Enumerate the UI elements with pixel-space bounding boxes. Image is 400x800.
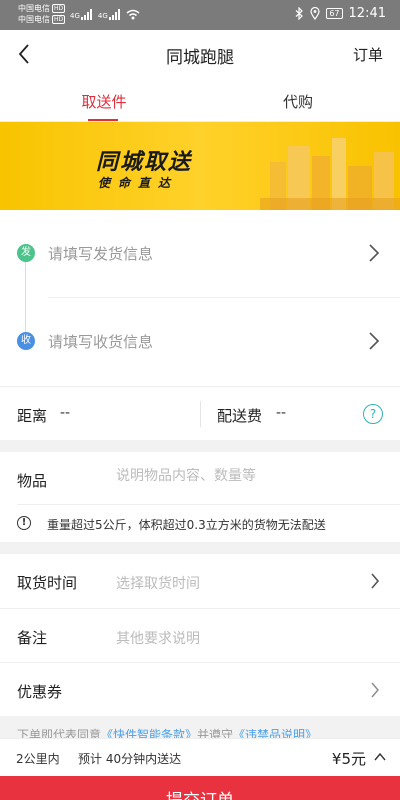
coupon-row[interactable]: 优惠券 bbox=[0, 662, 400, 716]
sender-placeholder: 请填写发货信息 bbox=[48, 245, 154, 263]
help-icon[interactable]: ? bbox=[363, 404, 383, 424]
receiver-placeholder: 请填写收货信息 bbox=[48, 333, 154, 351]
distance-fee-row: 距离 -- 配送费 -- ? bbox=[0, 386, 400, 440]
summary-eta: 预计 40分钟内送达 bbox=[78, 752, 182, 766]
sender-info-row[interactable]: 发 请填写发货信息 bbox=[0, 232, 400, 276]
signal-icon bbox=[80, 9, 92, 20]
orders-link[interactable]: 订单 bbox=[353, 44, 383, 65]
carrier-1: 中国电信 bbox=[18, 4, 50, 13]
status-bar: 中国电信 HD 中国电信 HD 4G 4G 67 12:41 bbox=[0, 0, 400, 30]
nav-bar: 同城跑腿 订单 bbox=[0, 30, 400, 78]
page-title: 同城跑腿 bbox=[166, 48, 234, 68]
signal-indicators: 4G 4G bbox=[70, 9, 140, 20]
banner-subtitle: 使命直达 bbox=[98, 176, 179, 190]
clock: 12:41 bbox=[348, 6, 386, 21]
submit-order-button[interactable]: 提交订单 bbox=[0, 776, 400, 800]
summary-price: ¥5元 bbox=[331, 750, 366, 768]
status-right: 67 12:41 bbox=[295, 6, 386, 21]
city-skyline-illustration bbox=[260, 138, 400, 210]
address-card: 发 请填写发货信息 收 请填写收货信息 bbox=[0, 210, 400, 386]
notes-placeholder: 其他要求说明 bbox=[116, 631, 200, 647]
active-tab-indicator bbox=[88, 119, 118, 121]
carrier-2: 中国电信 bbox=[18, 15, 50, 24]
hd-badge: HD bbox=[52, 15, 66, 24]
distance-value: -- bbox=[60, 405, 71, 421]
chevron-right-icon bbox=[371, 573, 380, 589]
receive-badge: 收 bbox=[17, 332, 35, 350]
pickup-time-placeholder: 选择取货时间 bbox=[116, 576, 200, 592]
tab-bar: 取送件 代购 bbox=[0, 78, 400, 122]
warning-icon: ! bbox=[17, 516, 31, 530]
order-summary-bar[interactable]: 2公里内 预计 40分钟内送达 ¥5元 bbox=[0, 738, 400, 776]
wifi-icon bbox=[126, 9, 140, 20]
coupon-label: 优惠券 bbox=[17, 683, 63, 701]
goods-label: 物品 bbox=[17, 472, 48, 490]
weight-limit-notice: 重量超过5公斤，体积超过0.3立方米的货物无法配送 bbox=[47, 518, 326, 532]
tab-purchase[interactable]: 代购 bbox=[198, 91, 398, 112]
banner-title: 同城取送 bbox=[96, 150, 193, 175]
notes-label: 备注 bbox=[17, 629, 48, 647]
delivery-fee-value: -- bbox=[276, 405, 287, 421]
goods-card: 物品 ! 重量超过5公斤，体积超过0.3立方米的货物无法配送 bbox=[0, 452, 400, 542]
delivery-fee-label: 配送费 bbox=[217, 407, 263, 425]
chevron-right-icon bbox=[369, 244, 380, 262]
hd-badge: HD bbox=[52, 4, 66, 13]
network-type-2: 4G bbox=[97, 12, 108, 20]
order-options-card: 取货时间 选择取货时间 备注 其他要求说明 优惠券 bbox=[0, 554, 400, 716]
signal-icon bbox=[108, 9, 120, 20]
pickup-time-row[interactable]: 取货时间 选择取货时间 bbox=[0, 554, 400, 608]
chevron-right-icon bbox=[369, 332, 380, 350]
divider bbox=[48, 297, 400, 298]
tab-pickup-delivery[interactable]: 取送件 bbox=[4, 91, 204, 112]
promo-banner[interactable]: 同城取送 使命直达 bbox=[0, 122, 400, 210]
pickup-time-label: 取货时间 bbox=[17, 574, 78, 592]
location-icon bbox=[310, 7, 320, 20]
chevron-right-icon bbox=[371, 682, 379, 698]
chevron-up-icon[interactable] bbox=[374, 752, 386, 762]
bluetooth-icon bbox=[295, 7, 304, 20]
divider bbox=[17, 504, 400, 505]
receiver-info-row[interactable]: 收 请填写收货信息 bbox=[0, 320, 400, 364]
carrier-info: 中国电信 HD 中国电信 HD bbox=[18, 3, 66, 25]
battery-icon: 67 bbox=[326, 8, 343, 19]
send-badge: 发 bbox=[17, 244, 35, 262]
distance-label: 距离 bbox=[17, 407, 48, 425]
divider bbox=[200, 401, 201, 427]
network-type-1: 4G bbox=[70, 12, 80, 20]
goods-input[interactable] bbox=[116, 468, 376, 484]
summary-distance: 2公里内 bbox=[16, 752, 60, 766]
notes-row[interactable]: 备注 其他要求说明 bbox=[0, 608, 400, 662]
